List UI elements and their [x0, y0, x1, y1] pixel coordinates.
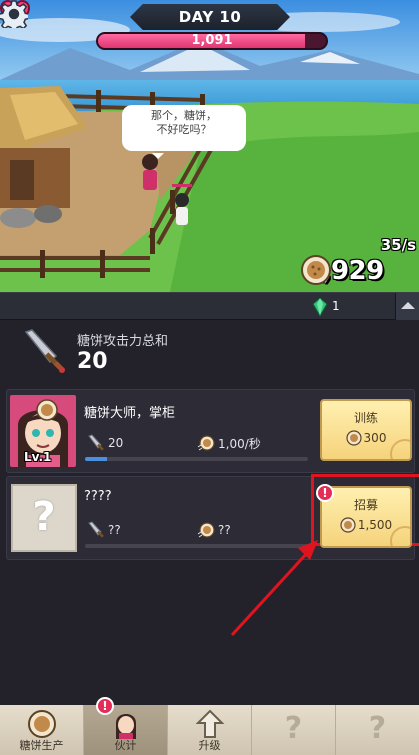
tab-label: 糖饼生产 [19, 739, 64, 752]
partner-name: 糖饼大师，掌柜 [84, 406, 176, 421]
total-attack-value: 20 [77, 349, 108, 374]
upgrade-arrow-icon [195, 709, 224, 738]
partner-rate: ?? [197, 521, 231, 539]
money-counter: 3,929 [300, 254, 384, 288]
train-button[interactable]: 训练 300 [320, 399, 412, 461]
day-banner: DAY 10 [130, 4, 290, 30]
recruit-button[interactable]: 招募 1,500 [320, 486, 412, 548]
cake-icon [345, 430, 362, 446]
tab-locked[interactable]: ? [336, 705, 419, 755]
partner-rate: 1,00/秒 [197, 434, 261, 452]
income-rate: 35/s [380, 236, 416, 254]
train-cost: 300 [322, 430, 410, 446]
unknown-portrait: ? [11, 484, 77, 552]
train-cost-value: 300 [363, 431, 387, 445]
tab-cake-production[interactable]: 糖饼生产 [0, 705, 84, 755]
cake-icon [197, 435, 215, 451]
recruit-cost-value: 1,500 [357, 518, 393, 532]
gem-count: 1 [332, 299, 340, 313]
total-attack-label: 糖饼攻击力总和 [77, 334, 169, 349]
tab-label: 升级 [198, 739, 221, 752]
speech-line: 不好吃吗？ [156, 123, 212, 136]
recruit-button-label: 招募 [353, 498, 378, 512]
train-button-label: 训练 [353, 411, 378, 425]
partner-icon [115, 714, 136, 739]
partner-progress-fill [85, 457, 108, 461]
cake-icon [340, 517, 356, 533]
heart-meter: 1,091 [96, 32, 328, 50]
sword-icon [88, 434, 104, 451]
tab-upgrade[interactable]: 升级 [168, 705, 252, 755]
partner-rate-value: ?? [218, 523, 231, 537]
partner-progress-bar [85, 457, 308, 461]
locked-partner-card: ? ???? ?? ?? 招募 1,500 ! [6, 474, 419, 560]
cake-icon [36, 399, 58, 421]
collapse-panel-button[interactable] [395, 293, 419, 321]
gear-icon[interactable] [0, 0, 28, 28]
partner-attack-value: ?? [108, 523, 121, 537]
heart-meter-value: 1,091 [191, 33, 233, 48]
cake-icon [197, 522, 215, 538]
speech-line: 那个，糖饼， [151, 109, 217, 122]
partner-attack: ?? [87, 521, 121, 539]
tab-label: 伙计 [114, 739, 137, 752]
partner-rate-value: 1,00/秒 [218, 436, 261, 451]
locked-icon: ? [284, 711, 303, 746]
locked-icon: ? [368, 711, 387, 746]
speech-bubble: 那个，糖饼， 不好吃吗？ [122, 105, 246, 159]
day-label: DAY 10 [178, 8, 242, 26]
partner-name: ???? [84, 489, 112, 504]
alert-badge: ! [96, 697, 114, 715]
girl-character [142, 154, 158, 190]
cake-icon [301, 255, 331, 285]
partner-attack-value: 20 [108, 436, 124, 450]
partner-level: Lv.1 [24, 450, 52, 464]
partner-portrait: Lv.1 [10, 395, 76, 467]
gem-icon [313, 298, 327, 316]
bottom-nav: 糖饼生产 伙计 ! 升级 ? ? [0, 697, 419, 755]
recruit-cost: 1,500 [322, 517, 410, 533]
alert-badge: ! [316, 484, 334, 502]
cake-icon [27, 710, 56, 738]
partner-attack: 20 [87, 434, 123, 452]
game-scene: DAY 10 1,091 那个，糖饼， 不好吃吗？ 35/s 3,929 [0, 0, 419, 292]
tab-partners[interactable]: 伙计 ! [84, 697, 168, 755]
currency-strip: 1 [0, 292, 419, 321]
partner-progress-bar [85, 544, 308, 548]
sword-icon [24, 329, 65, 373]
tab-locked[interactable]: ? [252, 705, 336, 755]
partner-card: Lv.1 糖饼大师，掌柜 20 1,00/秒 训练 300 [6, 389, 415, 473]
sword-icon [88, 521, 104, 538]
total-attack-panel: 糖饼攻击力总和 20 [0, 320, 419, 382]
